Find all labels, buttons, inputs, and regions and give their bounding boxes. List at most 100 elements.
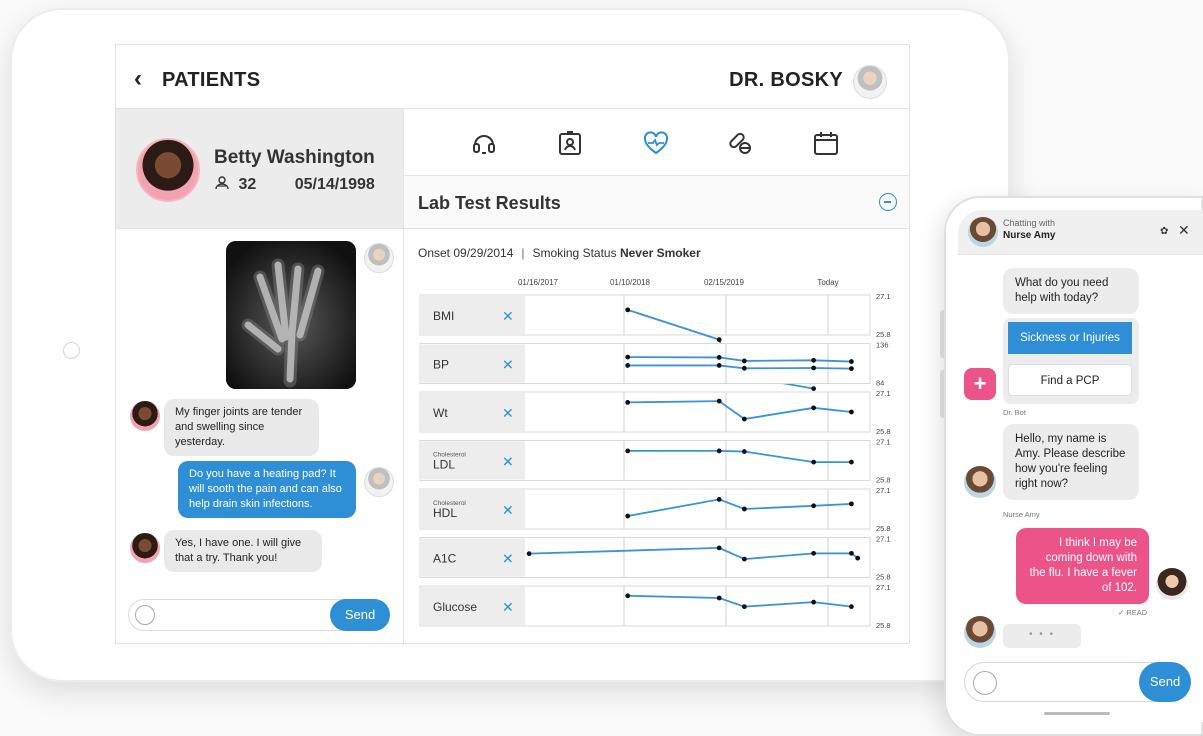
phone-chat-input[interactable]: Send xyxy=(964,662,1191,702)
lab-results-title: Lab Test Results xyxy=(418,193,561,213)
data-point xyxy=(716,497,722,502)
chat-input[interactable]: Send xyxy=(128,599,390,631)
lab-row-label: LDL xyxy=(433,458,455,472)
smoking-status-label: Smoking Status xyxy=(532,246,617,260)
doctor-name: DR. BOSKY xyxy=(729,69,843,91)
lab-row-label: HDL xyxy=(433,506,457,520)
data-point xyxy=(741,365,747,371)
data-point xyxy=(849,359,854,364)
phone-frame: Chatting with Nurse Amy ✿ ✕ What do you … xyxy=(944,196,1203,736)
home-indicator xyxy=(1044,712,1110,715)
phone-screen: Chatting with Nurse Amy ✿ ✕ What do you … xyxy=(958,210,1203,722)
remove-icon[interactable]: ✕ xyxy=(502,406,514,422)
lab-row-label: A1C xyxy=(433,552,457,566)
id-card-icon[interactable] xyxy=(556,129,584,157)
gear-icon[interactable]: ✿ xyxy=(1160,226,1168,237)
lab-results-panel: Onset 09/29/2014 | Smoking Status Never Sm… xyxy=(404,229,909,643)
option-find-pcp[interactable]: Find a PCP xyxy=(1008,364,1132,396)
y-min-label: 25.8 xyxy=(876,476,891,485)
age-icon xyxy=(215,176,229,190)
data-point xyxy=(741,358,747,364)
y-max-label: 27.1 xyxy=(876,292,891,301)
x-tick-label: 01/10/2018 xyxy=(610,278,651,287)
calendar-icon[interactable] xyxy=(812,129,840,157)
chat-message: Do you have a heating pad? It will sooth… xyxy=(178,461,356,518)
chat-contact-name: Nurse Amy xyxy=(1003,230,1056,241)
back-patients-link[interactable]: PATIENTS xyxy=(162,69,260,92)
bot-message: What do you need help with today? xyxy=(1003,268,1139,314)
x-tick-label: 02/15/2019 xyxy=(704,278,745,287)
data-point xyxy=(741,604,747,610)
pills-icon[interactable] xyxy=(726,129,754,157)
onset-date: Onset 09/29/2014 xyxy=(418,246,514,260)
data-point xyxy=(716,363,722,368)
data-point xyxy=(716,355,722,360)
data-point xyxy=(811,459,817,465)
headset-icon[interactable] xyxy=(470,129,498,157)
patient-chat: My finger joints are tender and swelling… xyxy=(116,229,404,643)
data-point xyxy=(811,357,817,363)
top-bar: ‹ PATIENTS DR. BOSKY xyxy=(116,45,909,109)
data-point xyxy=(849,459,854,465)
data-point xyxy=(849,501,854,507)
lab-chart: 01/16/2017 01/10/2018 02/15/2019 Today BMI ✕ 2… xyxy=(419,278,891,629)
data-point xyxy=(849,550,854,556)
remove-icon[interactable]: ✕ xyxy=(502,358,514,374)
data-point xyxy=(811,550,817,556)
data-point xyxy=(811,503,817,509)
user-message: I think I may be coming down with the fl… xyxy=(1016,528,1149,604)
data-point xyxy=(716,595,722,601)
patient-age: 32 xyxy=(238,176,257,193)
remove-icon[interactable]: ✕ xyxy=(502,503,514,519)
read-receipt: ✓ READ xyxy=(1118,608,1148,617)
typing-indicator: • • • xyxy=(1003,624,1081,648)
patient-name: Betty Washington xyxy=(214,147,375,168)
tablet-screen: ‹ PATIENTS DR. BOSKY Betty Washington 32… xyxy=(115,44,910,644)
remove-icon[interactable]: ✕ xyxy=(502,455,514,471)
heart-rate-icon[interactable] xyxy=(642,129,670,157)
data-point xyxy=(625,400,631,405)
data-point xyxy=(741,449,747,454)
smoking-status-value: Never Smoker xyxy=(619,246,701,260)
doctor-chat-avatar xyxy=(364,467,394,497)
data-point xyxy=(741,506,747,512)
remove-icon[interactable]: ✕ xyxy=(502,309,514,325)
lab-row-label: Wt xyxy=(433,406,448,420)
close-icon[interactable]: ✕ xyxy=(1178,222,1190,239)
data-point xyxy=(811,599,817,605)
back-chevron-icon[interactable]: ‹ xyxy=(134,65,142,93)
data-point xyxy=(625,448,631,454)
option-sickness-injuries[interactable]: Sickness or Injuries xyxy=(1008,322,1132,354)
send-button[interactable]: Send xyxy=(330,599,390,631)
stage: ‹ PATIENTS DR. BOSKY Betty Washington 32… xyxy=(0,0,1203,736)
phone-send-button[interactable]: Send xyxy=(1139,662,1191,702)
data-point xyxy=(849,604,854,610)
y-min-label: 25.8 xyxy=(876,330,891,339)
lab-results-header: Lab Test Results xyxy=(404,176,909,229)
emoji-icon[interactable] xyxy=(973,671,997,695)
collapse-icon[interactable] xyxy=(879,193,897,211)
y-max-label: 136 xyxy=(876,341,889,350)
chat-message: Yes, I have one. I will give that a try.… xyxy=(164,530,322,572)
remove-icon[interactable]: ✕ xyxy=(502,600,514,616)
patient-card: Betty Washington 32 05/14/1998 xyxy=(116,109,404,229)
data-point xyxy=(526,551,532,557)
tablet-home-button[interactable] xyxy=(63,342,80,359)
remove-icon[interactable]: ✕ xyxy=(502,552,514,568)
y-min-label: 25.8 xyxy=(876,621,891,629)
emoji-icon[interactable] xyxy=(135,605,155,625)
nurse-label: Nurse Amy xyxy=(1003,510,1040,519)
data-point xyxy=(849,366,854,372)
data-point xyxy=(741,556,747,562)
user-avatar xyxy=(1156,568,1188,600)
data-point xyxy=(716,448,722,454)
patient-chat-avatar xyxy=(130,401,160,431)
data-point xyxy=(811,386,817,391)
data-point xyxy=(625,593,631,599)
bot-options: Sickness or Injuries Find a PCP xyxy=(1003,318,1139,404)
data-point xyxy=(625,513,631,519)
doctor-avatar[interactable] xyxy=(853,65,887,99)
data-point xyxy=(811,365,817,371)
y-max-label: 27.1 xyxy=(876,535,891,544)
xray-image[interactable] xyxy=(226,241,356,389)
